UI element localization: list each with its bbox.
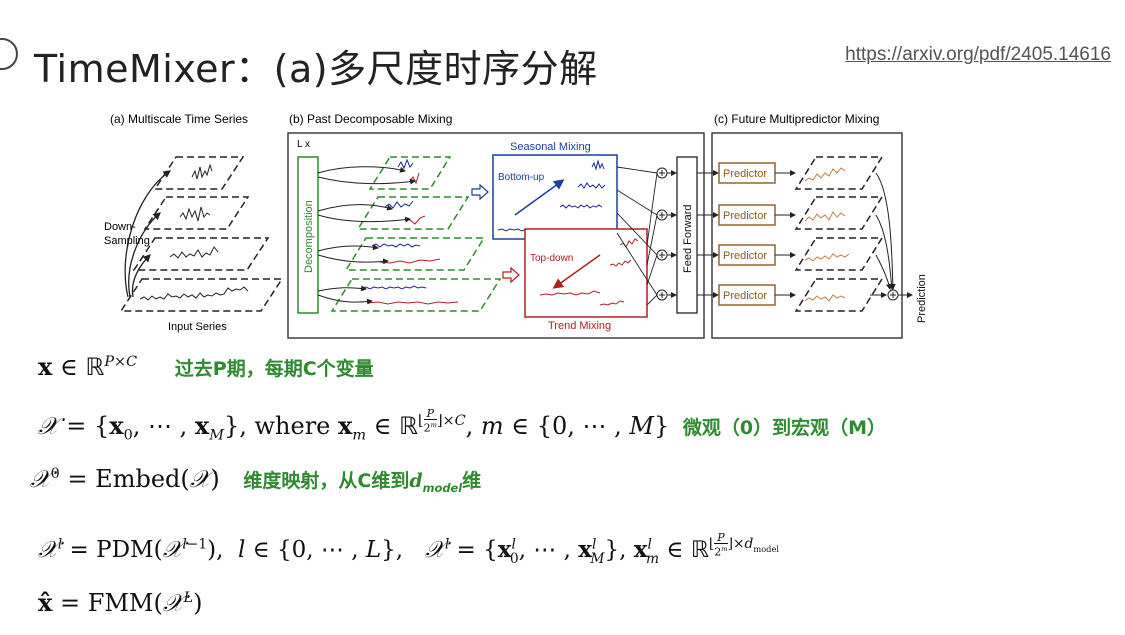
equation-1-note: 过去P期，每期C个变量 <box>174 358 374 380</box>
prediction-label: Prediction <box>916 274 928 323</box>
trend-hollow-arrow <box>502 266 520 284</box>
equation-2: 𝒳 = {x0, ⋯ , xM}, where xm ∈ ℝ⌊ P 2m ⌋×C, m… <box>38 407 887 444</box>
decomp-arrows <box>317 166 416 305</box>
equation-1: x ∈ ℝP×C 过去P期，每期C个变量 <box>38 352 374 381</box>
equation-2-note: 微观（0）到宏观（M） <box>682 416 887 439</box>
arxiv-link[interactable]: https://arxiv.org/pdf/2405.14616 <box>845 44 1111 66</box>
predictor-label-2: Predictor <box>723 210 767 222</box>
slide-title: TimeMixer：(a)多尺度时序分解 <box>34 47 598 91</box>
input-series-label: Input Series <box>168 321 227 333</box>
sum-plus <box>659 170 665 298</box>
equation-3: 𝒳0 = Embed(𝒳) 维度映射，从C维到dmodel维 <box>30 465 482 495</box>
bullet-circle <box>0 38 18 70</box>
predictor-label-3: Predictor <box>723 250 767 262</box>
multiscale-series <box>119 156 284 312</box>
predictors: Predictor Predictor Predictor Predictor <box>718 162 776 306</box>
feed-forward-label: Feed Forward <box>682 205 694 273</box>
timemixer-figure: (a) Multiscale Time Series (b) Past Deco… <box>104 112 928 339</box>
equation-4: 𝒳l = PDM(𝒳l−1), l ∈ {0, ⋯ , L}, 𝒳l = {xl… <box>38 531 779 567</box>
ff-to-predictors <box>697 170 719 298</box>
sum-nodes <box>656 167 668 301</box>
seasonal-hollow-arrow <box>471 183 489 201</box>
equation-5: x̂ = FMM(𝒳L) <box>38 588 203 617</box>
loop-label: L x <box>297 139 310 150</box>
top-down-label: Top-down <box>530 253 573 264</box>
where-word: where <box>254 411 331 440</box>
sampling-label: Sampling <box>104 235 150 247</box>
equation-3-note: 维度映射，从C维到dmodel维 <box>243 470 482 495</box>
panel-b-title: (b) Past Decomposable Mixing <box>289 112 452 126</box>
trend-mixing-label: Trend Mixing <box>548 320 611 332</box>
seasonal-mixing-box <box>492 154 618 240</box>
prediction-merge-arrows <box>870 172 896 298</box>
predictor-label-4: Predictor <box>723 290 767 302</box>
prediction-series <box>794 156 884 312</box>
predictor-label-1: Predictor <box>723 168 767 180</box>
panel-a-title: (a) Multiscale Time Series <box>110 112 248 126</box>
predictor-out-arrows <box>775 170 796 298</box>
seasonal-mixing-label: Seasonal Mixing <box>510 141 591 153</box>
pdm-fn: PDM <box>96 536 154 563</box>
sum-to-ff <box>667 170 677 298</box>
fmm-fn: FMM <box>87 589 154 617</box>
decomposition-label: Decomposition <box>303 200 315 273</box>
downsampling-arrows <box>124 170 172 298</box>
bottom-up-label: Bottom-up <box>498 172 545 183</box>
panel-c-title: (c) Future Multipredictor Mixing <box>714 112 879 126</box>
embed-fn: Embed <box>95 465 181 493</box>
down-label: Down- <box>104 221 136 233</box>
